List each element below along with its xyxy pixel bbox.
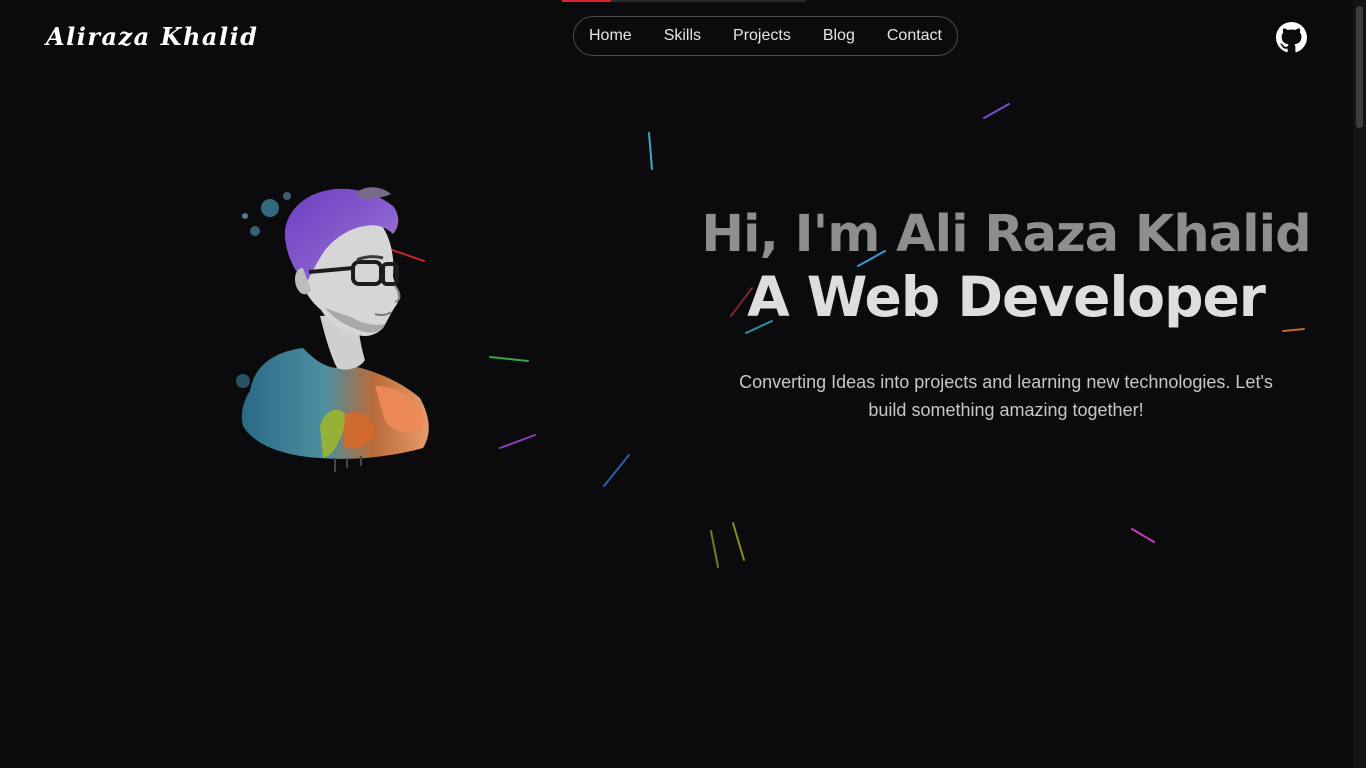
github-icon [1276,22,1307,53]
github-link[interactable] [1276,22,1307,53]
hero-title: A Web Developer [747,265,1266,329]
nav-projects[interactable]: Projects [733,27,791,45]
streak [710,530,719,568]
page-scrollbar[interactable] [1353,0,1366,768]
scrollbar-thumb[interactable] [1356,6,1363,128]
streak [489,356,529,362]
page: Aliraza Khalid Home Skills Projects Blog… [0,0,1366,768]
streak [499,434,536,449]
main-nav: Home Skills Projects Blog Contact [573,16,958,56]
site-logo[interactable]: Aliraza Khalid [46,22,258,51]
streak [732,522,745,561]
nav-skills[interactable]: Skills [664,27,701,45]
hero-description: Converting Ideas into projects and learn… [739,372,1273,420]
streak [983,103,1010,119]
scroll-progress-bar [562,0,806,2]
streak [603,454,630,487]
nav-blog[interactable]: Blog [823,27,855,45]
hero-section: Hi, I'm Ali Raza Khalid A Web Developer … [700,204,1312,424]
nav-home[interactable]: Home [589,27,632,45]
hero-greeting: Hi, I'm Ali Raza Khalid [701,205,1311,264]
nav-contact[interactable]: Contact [887,27,942,45]
profile-portrait [225,176,447,476]
streak [1131,528,1155,543]
portrait-illustration [236,187,429,472]
streak [648,132,653,170]
scroll-progress-fill [562,0,611,2]
